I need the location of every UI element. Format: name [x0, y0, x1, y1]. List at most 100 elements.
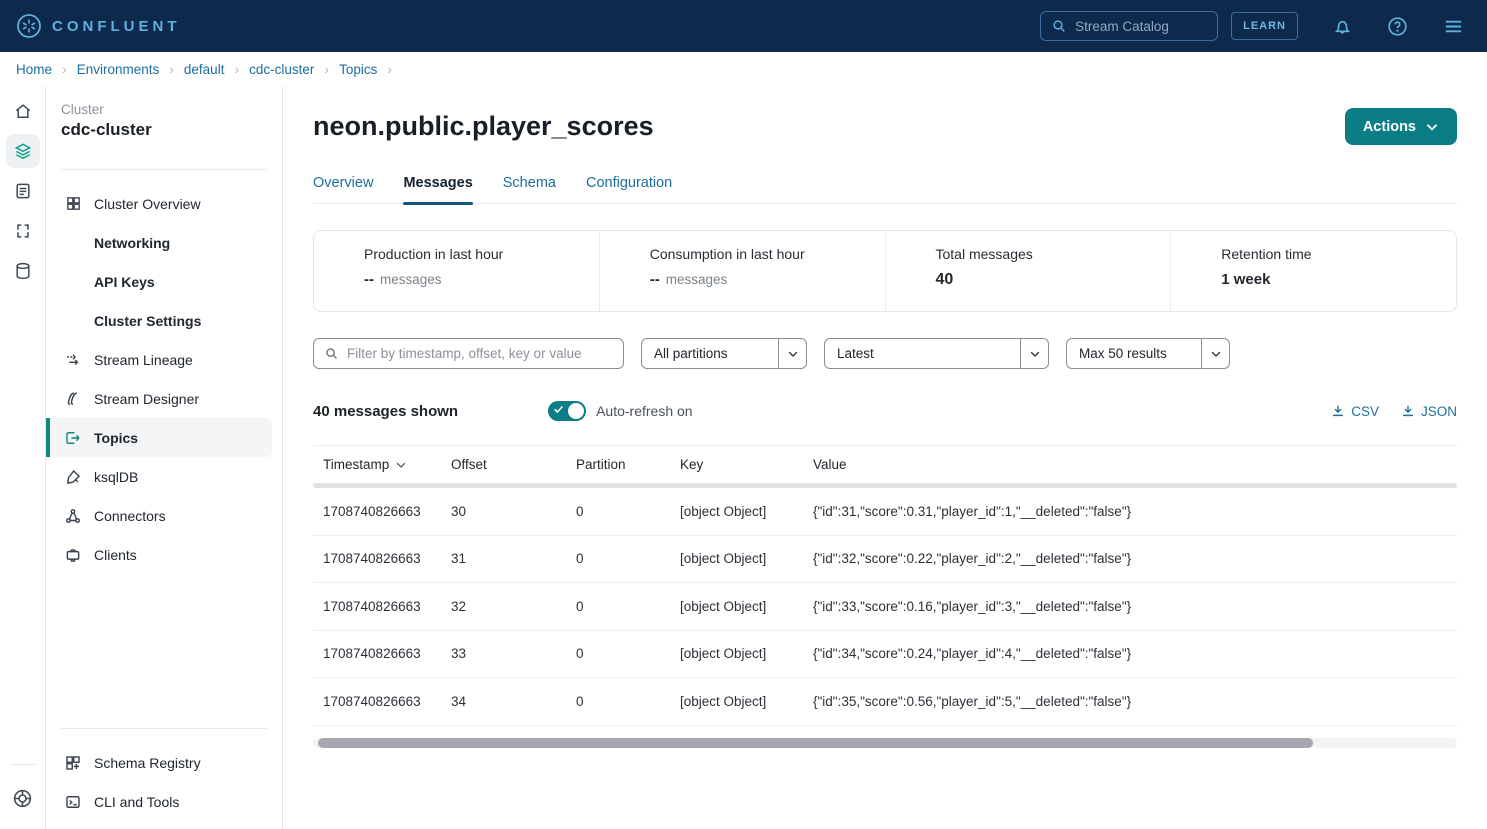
- offset-order-select[interactable]: Latest: [824, 338, 1049, 369]
- grid-icon: [64, 195, 82, 212]
- column-header-partition: Partition: [576, 457, 680, 472]
- home-icon[interactable]: [6, 94, 40, 128]
- main-content: neon.public.player_scores Actions Overvi…: [283, 86, 1487, 829]
- chevron-down-icon: [1425, 120, 1439, 134]
- download-json-link[interactable]: JSON: [1401, 404, 1457, 419]
- breadcrumb-home[interactable]: Home: [16, 62, 52, 77]
- scrollbar-thumb[interactable]: [318, 738, 1313, 748]
- tab-schema[interactable]: Schema: [503, 175, 556, 203]
- auto-refresh-toggle[interactable]: [548, 401, 586, 421]
- column-header-offset: Offset: [451, 457, 576, 472]
- clients-icon: [64, 546, 82, 564]
- sidebar-item-label: Cluster Overview: [94, 196, 201, 212]
- breadcrumb-default[interactable]: default: [184, 62, 225, 77]
- cell-key: [object Object]: [680, 694, 813, 709]
- topics-icon: [64, 429, 82, 447]
- cell-value: {"id":31,"score":0.31,"player_id":1,"__d…: [813, 504, 1457, 519]
- layers-icon[interactable]: [6, 134, 40, 168]
- chevron-down-icon: [778, 339, 806, 368]
- column-header-value: Value: [813, 457, 1457, 472]
- cell-timestamp: 1708740826663: [313, 694, 451, 709]
- cell-offset: 32: [451, 599, 576, 614]
- topic-tabs: Overview Messages Schema Configuration: [313, 175, 1457, 204]
- column-label: Timestamp: [323, 457, 389, 472]
- sidebar-item-clients[interactable]: Clients: [46, 535, 272, 574]
- cell-timestamp: 1708740826663: [313, 551, 451, 566]
- tab-messages[interactable]: Messages: [403, 175, 472, 203]
- stat-production: Production in last hour -- messages: [314, 231, 599, 311]
- hamburger-icon[interactable]: [1442, 15, 1465, 38]
- cluster-name: cdc-cluster: [61, 120, 282, 140]
- table-row[interactable]: 1708740826663 30 0 [object Object] {"id"…: [313, 488, 1457, 536]
- sidebar-item-networking[interactable]: Networking: [46, 223, 272, 262]
- confluent-logo[interactable]: CONFLUENT: [16, 13, 181, 39]
- tab-configuration[interactable]: Configuration: [586, 175, 672, 203]
- download-csv-link[interactable]: CSV: [1331, 404, 1379, 419]
- cell-timestamp: 1708740826663: [313, 504, 451, 519]
- download-icon: [1401, 404, 1415, 418]
- json-label: JSON: [1421, 404, 1457, 419]
- sidebar-item-stream-lineage[interactable]: Stream Lineage: [46, 340, 272, 379]
- messages-bar: 40 messages shown Auto-refresh on: [313, 401, 1457, 421]
- sort-chevron-icon: [395, 459, 407, 471]
- sidebar-item-topics[interactable]: Topics: [46, 418, 272, 457]
- sidebar-item-ksqldb[interactable]: ksqlDB: [46, 457, 272, 496]
- sidebar-item-label: ksqlDB: [94, 469, 138, 485]
- breadcrumb-cdc-cluster[interactable]: cdc-cluster: [249, 62, 314, 77]
- cell-value: {"id":35,"score":0.56,"player_id":5,"__d…: [813, 694, 1457, 709]
- message-filter-input[interactable]: [347, 346, 613, 361]
- sidebar-item-api-keys[interactable]: API Keys: [46, 262, 272, 301]
- sidebar-item-connectors[interactable]: Connectors: [46, 496, 272, 535]
- help-icon[interactable]: [1387, 16, 1408, 37]
- top-navbar: CONFLUENT LEARN: [0, 0, 1487, 52]
- sidebar-item-label: Clients: [94, 547, 137, 563]
- column-header-timestamp[interactable]: Timestamp: [313, 457, 451, 472]
- actions-button[interactable]: Actions: [1345, 108, 1457, 145]
- bell-icon[interactable]: [1332, 16, 1353, 37]
- sidebar-item-cluster-overview[interactable]: Cluster Overview: [46, 184, 272, 223]
- stat-consumption: Consumption in last hour -- messages: [599, 231, 885, 311]
- toggle-knob: [568, 403, 584, 419]
- chevron-right-icon: ›: [62, 61, 67, 77]
- sidebar-item-stream-designer[interactable]: Stream Designer: [46, 379, 272, 418]
- database-icon[interactable]: [6, 254, 40, 288]
- table-row[interactable]: 1708740826663 33 0 [object Object] {"id"…: [313, 631, 1457, 679]
- learn-button[interactable]: LEARN: [1231, 12, 1298, 40]
- breadcrumb-environments[interactable]: Environments: [77, 62, 160, 77]
- stat-label: Retention time: [1221, 246, 1456, 262]
- stat-label: Production in last hour: [364, 246, 599, 262]
- search-icon: [1051, 18, 1067, 34]
- cell-timestamp: 1708740826663: [313, 646, 451, 661]
- sidebar-item-label: Stream Lineage: [94, 352, 193, 368]
- result-limit-select[interactable]: Max 50 results: [1066, 338, 1230, 369]
- terminal-icon: [64, 793, 82, 811]
- cell-value: {"id":33,"score":0.16,"player_id":3,"__d…: [813, 599, 1457, 614]
- result-limit-select-value: Max 50 results: [1067, 339, 1201, 368]
- stream-catalog-input[interactable]: [1075, 19, 1195, 34]
- table-row[interactable]: 1708740826663 32 0 [object Object] {"id"…: [313, 583, 1457, 631]
- cell-value: {"id":34,"score":0.24,"player_id":4,"__d…: [813, 646, 1457, 661]
- chevron-right-icon: ›: [324, 61, 329, 77]
- cell-timestamp: 1708740826663: [313, 599, 451, 614]
- message-filter-search[interactable]: [313, 338, 624, 369]
- sidebar-item-cluster-settings[interactable]: Cluster Settings: [46, 301, 272, 340]
- document-icon[interactable]: [6, 174, 40, 208]
- sidebar-item-label: Cluster Settings: [94, 313, 201, 329]
- message-filters: All partitions Latest Max 50 results: [313, 338, 1457, 369]
- partition-select[interactable]: All partitions: [641, 338, 807, 369]
- table-row[interactable]: 1708740826663 31 0 [object Object] {"id"…: [313, 536, 1457, 584]
- sidebar-footer-divider: [61, 728, 267, 729]
- messages-count: 40 messages shown: [313, 403, 458, 420]
- table-row[interactable]: 1708740826663 34 0 [object Object] {"id"…: [313, 678, 1457, 726]
- download-icon: [1331, 404, 1345, 418]
- brackets-icon[interactable]: [6, 214, 40, 248]
- sidebar-item-label: Schema Registry: [94, 755, 201, 771]
- stream-catalog-search[interactable]: [1040, 11, 1218, 41]
- tab-overview[interactable]: Overview: [313, 175, 373, 203]
- sidebar-item-cli-and-tools[interactable]: CLI and Tools: [46, 782, 272, 821]
- breadcrumb-topics[interactable]: Topics: [339, 62, 377, 77]
- sidebar-item-schema-registry[interactable]: Schema Registry: [46, 743, 272, 782]
- stat-total-messages: Total messages 40: [885, 231, 1171, 311]
- globe-icon[interactable]: [6, 781, 40, 815]
- cell-offset: 34: [451, 694, 576, 709]
